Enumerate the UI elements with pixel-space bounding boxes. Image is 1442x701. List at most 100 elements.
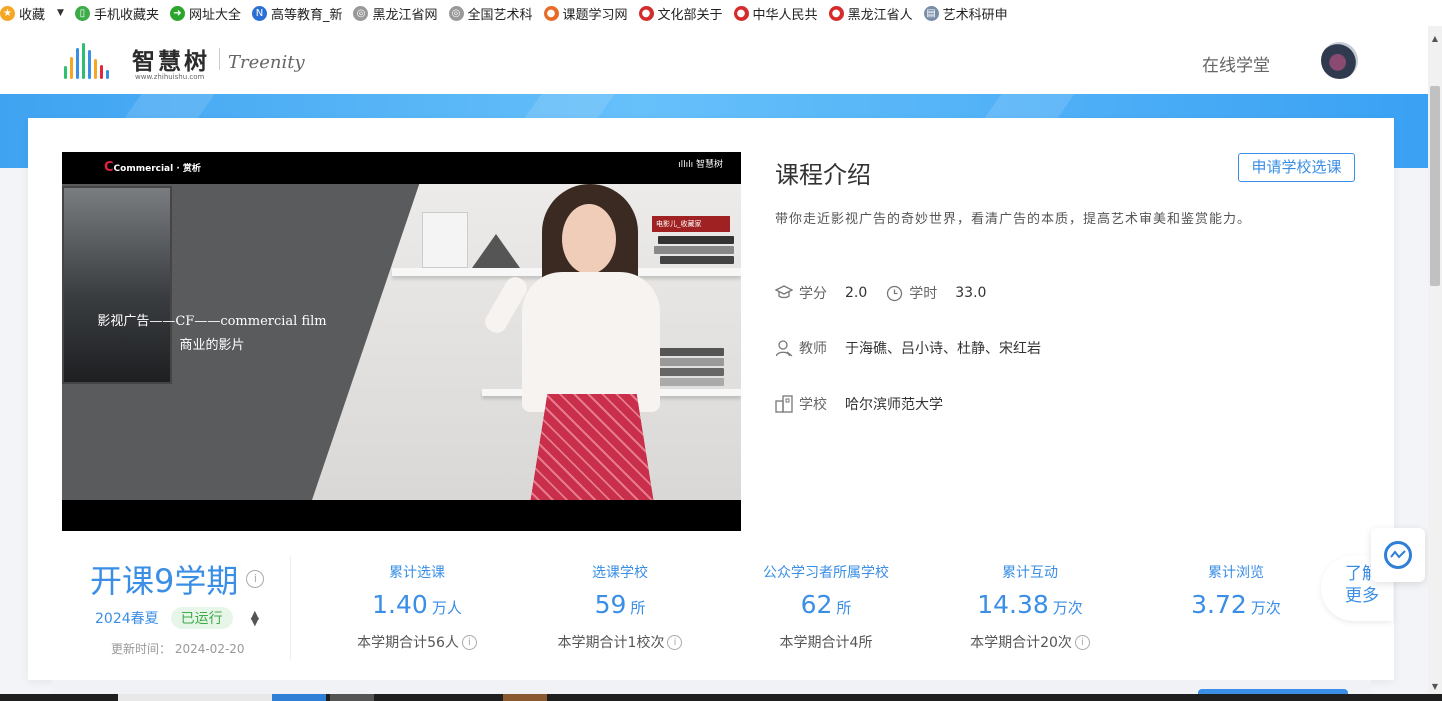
logo-text[interactable]: 智慧树 [132, 42, 210, 76]
credit-label: 学分 [799, 286, 827, 302]
stat-sub-label: 本学期合计1校次 [557, 635, 665, 651]
stat-item: 累计浏览 3.72 万次 [1136, 562, 1336, 632]
clock-icon [885, 284, 903, 302]
bookmark-item[interactable]: ★ 收藏 ▼ [0, 4, 64, 23]
bookmark-label: 中华人民共 [752, 7, 818, 23]
school-name[interactable]: 哈尔滨师范大学 [845, 394, 943, 414]
bookmarks-bar: ★ 收藏 ▼ ▯ 手机收藏夹 ➜ 网址大全 N 高等教育_新 ◎ 黑龙江省网 ◎ 全国艺术科 ● 课题学习网… [0, 0, 1442, 26]
school-label: 学校 [799, 397, 827, 413]
bookmark-item[interactable]: ▯ 手机收藏夹 [74, 4, 159, 23]
stat-sub-label: 本学期合计56人 [357, 635, 459, 651]
stat-number: 3.72 [1191, 590, 1247, 619]
taskbar-item[interactable] [503, 694, 547, 701]
logo-url: www.zhihuishu.com [135, 73, 205, 81]
chevron-down-icon[interactable]: ▼ [57, 8, 64, 18]
bookmark-item[interactable]: ➜ 网址大全 [169, 4, 241, 23]
info-icon[interactable]: i [667, 634, 683, 650]
nav-link-online-school[interactable]: 在线学堂 [1202, 51, 1270, 76]
emblem-icon: ● [733, 5, 749, 21]
taskbar-item[interactable] [118, 694, 272, 701]
bookmark-item[interactable]: ● 文化部关于 [638, 4, 723, 23]
top-nav: 智慧树 www.zhihuishu.com Treenity 在线学堂 [0, 26, 1428, 94]
bookmark-item[interactable]: ▤ 艺术科研申 [923, 4, 1008, 23]
presenter-face [562, 204, 616, 274]
video-player[interactable]: CCommercial · 赏析 ıllılı 智慧树 电影儿_收藏家 影视广告… [62, 152, 741, 531]
stat-unit: 万次 [1250, 599, 1281, 617]
stat-item: 选课学校 59 所本学期合计1校次 i [520, 562, 720, 652]
credit-row: 学分 2.0 学时 33.0 [775, 283, 1004, 303]
bookmark-item[interactable]: ● 课题学习网 [543, 4, 628, 23]
stat-label: 选课学校 [592, 565, 648, 581]
intro-description: 带你走近影视广告的奇妙世界，看清广告的本质，提高艺术审美和鉴赏能力。 [775, 212, 1252, 227]
stat-label: 公众学习者所属学校 [763, 565, 889, 581]
phone-icon: ▯ [74, 5, 90, 21]
bookmark-item[interactable]: ● 黑龙江省人 [828, 4, 913, 23]
news-icon: N [251, 5, 267, 21]
logo-english: Treenity [228, 52, 305, 73]
globe-arrow-icon: ➜ [169, 5, 185, 21]
scroll-up-icon[interactable]: ▲ [1428, 32, 1442, 46]
stat-number: 59 [594, 590, 627, 619]
bookmark-item[interactable]: ● 中华人民共 [733, 4, 818, 23]
taskbar-item[interactable] [330, 694, 374, 701]
bookmark-label: 艺术科研申 [942, 7, 1008, 23]
video-frame: 电影儿_收藏家 影视广告——CF——commercial film 商业的影片 [62, 184, 741, 500]
intro-title: 课程介绍 [775, 161, 871, 189]
sort-arrows-icon[interactable]: ▲ ▼ [251, 609, 259, 627]
logo-mark-icon[interactable] [64, 43, 112, 79]
stat-unit: 万人 [431, 599, 462, 617]
taskbar-item[interactable] [272, 694, 326, 701]
school-row: 学校 哈尔滨师范大学 [775, 394, 961, 414]
video-caption-line1: 影视广告——CF——commercial film [97, 314, 327, 329]
taskbar [0, 694, 1442, 701]
emblem-icon: ● [638, 5, 654, 21]
info-icon[interactable]: i [461, 634, 477, 650]
emblem-icon: ● [828, 5, 844, 21]
bookmark-label: 收藏 [19, 7, 46, 23]
stats-divider [290, 556, 291, 660]
apply-course-button[interactable]: 申请学校选课 [1238, 153, 1355, 182]
bookmark-label: 课题学习网 [562, 7, 628, 23]
stat-number: 14.38 [977, 590, 1049, 619]
avatar[interactable] [1321, 42, 1358, 79]
bookmark-label: 全国艺术科 [467, 7, 533, 23]
stat-label: 累计浏览 [1208, 565, 1264, 581]
video-caption: 影视广告——CF——commercial film 商业的影片 [62, 310, 362, 358]
building-icon [775, 395, 793, 413]
stat-unit: 所 [836, 599, 852, 617]
assistant-icon [1384, 541, 1412, 569]
scroll-down-icon[interactable]: ▼ [1428, 680, 1442, 694]
scrollbar-thumb[interactable] [1430, 86, 1440, 286]
logo-divider [219, 48, 220, 70]
stat-sub-label: 本学期合计20次 [970, 635, 1072, 651]
stat-item: 累计选课 1.40 万人 本学期合计56人 i [317, 562, 517, 652]
stat-item: 累计互动 14.38 万次 本学期合计20次 i [930, 562, 1130, 652]
stat-item: 公众学习者所属学校 62 所本学期合计4所 [726, 562, 926, 652]
stat-number: 62 [800, 590, 833, 619]
credit-value: 2.0 [845, 285, 868, 301]
logo-bar [106, 70, 109, 79]
info-icon[interactable]: i [246, 570, 265, 588]
video-presenter [481, 184, 702, 500]
globe-icon: ◎ [448, 5, 464, 21]
stat-sub-label: 本学期合计4所 [779, 635, 873, 651]
logo-bar [88, 50, 91, 79]
video-channel-logo: CCommercial · 赏析 [104, 160, 201, 175]
teacher-names: 于海礁、吕小诗、杜静、宋红岩 [845, 341, 1041, 357]
bookmark-item[interactable]: N 高等教育_新 [251, 4, 342, 23]
stat-value: 62 所 [726, 590, 926, 619]
updated-time: 更新时间： 2024-02-20 [111, 642, 245, 656]
hours-value: 33.0 [955, 285, 987, 301]
stat-subtext: 本学期合计20次 i [930, 632, 1130, 652]
bookmark-item[interactable]: ◎ 黑龙江省网 [353, 4, 438, 23]
term-selector[interactable]: 2024春夏 已运行 ▲ ▼ [95, 607, 259, 629]
assistant-float-button[interactable] [1371, 528, 1425, 582]
terms-title: 开课9学期 [90, 562, 239, 600]
bookmark-item[interactable]: ◎ 全国艺术科 [448, 4, 533, 23]
status-badge: 已运行 [170, 607, 233, 629]
logo-bar [76, 48, 79, 79]
info-icon[interactable]: i [1074, 634, 1090, 650]
video-award [422, 212, 468, 268]
logo-bar [100, 65, 103, 79]
fire-icon: ● [543, 5, 559, 21]
